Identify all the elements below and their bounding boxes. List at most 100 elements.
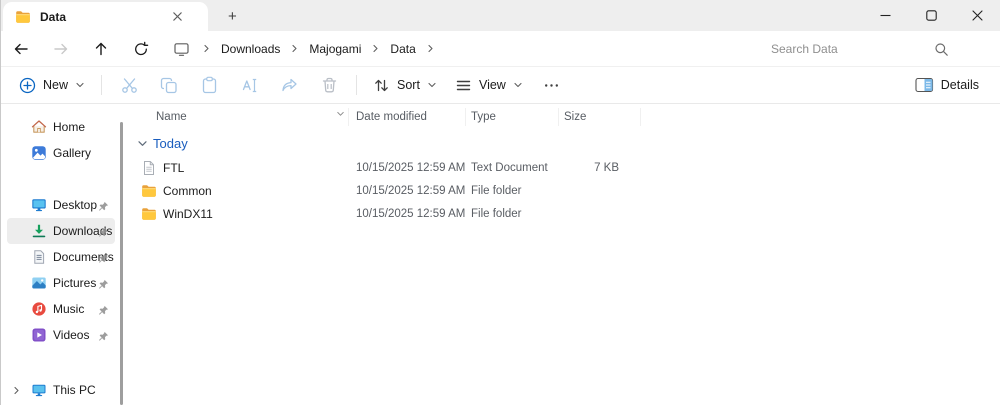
this-pc-icon [31, 382, 47, 398]
rename-button[interactable] [229, 69, 269, 101]
search-icon[interactable] [934, 42, 949, 57]
more-options-button[interactable] [532, 69, 572, 101]
rename-icon [240, 76, 259, 95]
minimize-button[interactable] [862, 0, 908, 31]
tab-title: Data [40, 10, 166, 24]
cut-icon [120, 76, 139, 95]
location-monitor-icon[interactable] [161, 33, 201, 65]
file-date-modified: 10/15/2025 12:59 AM [349, 208, 466, 220]
sidebar-item-home[interactable]: Home [7, 114, 115, 140]
toolbar-separator [356, 75, 357, 95]
refresh-button[interactable] [121, 33, 161, 65]
sidebar-item-label: Videos [53, 328, 89, 342]
tab-close-icon[interactable] [166, 6, 188, 28]
view-button-label: View [479, 78, 506, 92]
sidebar-item-desktop[interactable]: Desktop [7, 192, 115, 218]
forward-button[interactable] [41, 33, 81, 65]
up-button[interactable] [81, 33, 121, 65]
delete-icon [320, 76, 339, 95]
edit-actions-group [109, 69, 349, 101]
sidebar-item-label: Gallery [53, 146, 91, 160]
sidebar-gap [1, 166, 120, 192]
group-label: Today [153, 136, 188, 151]
tab-bar: Data + [1, 0, 1000, 31]
column-header-size[interactable]: Size [559, 108, 641, 126]
close-button[interactable] [954, 0, 1000, 31]
share-button[interactable] [269, 69, 309, 101]
breadcrumb-item[interactable]: Majogami [300, 38, 370, 60]
sidebar-item-this-pc[interactable]: This PC [1, 377, 1000, 403]
command-bar: New Sort View Details [1, 67, 1000, 104]
group-header-today[interactable]: Today [134, 130, 1000, 156]
pictures-icon [31, 275, 47, 291]
new-button[interactable]: New [10, 71, 94, 100]
desktop-icon [31, 197, 47, 213]
file-name: WinDX11 [163, 207, 213, 221]
breadcrumb-chevron-icon [425, 44, 436, 53]
address-bar: Downloads Majogami Data [1, 31, 1000, 67]
pin-icon [98, 225, 109, 236]
chevron-down-icon [75, 80, 85, 90]
pin-icon [98, 277, 109, 288]
details-button-label: Details [941, 78, 979, 92]
navigation-pane: Home Gallery DesktopDownloadsDocumentsPict… [1, 104, 120, 405]
file-row-ftl[interactable]: FTL10/15/2025 12:59 AMText Document7 KB [134, 156, 1000, 179]
file-name: Common [163, 184, 212, 198]
chevron-down-icon [513, 80, 523, 90]
documents-icon [31, 249, 47, 265]
chevron-down-icon[interactable] [137, 138, 148, 149]
paste-button[interactable] [189, 69, 229, 101]
sidebar-item-downloads[interactable]: Downloads [7, 218, 115, 244]
column-header-type[interactable]: Type [466, 108, 559, 126]
pin-icon [98, 303, 109, 314]
file-row-windx11[interactable]: WinDX11 10/15/2025 12:59 AMFile folder [134, 202, 1000, 225]
sort-arrows-icon [373, 77, 390, 94]
folder-icon [141, 183, 157, 199]
tab-data[interactable]: Data [3, 2, 208, 31]
search-input[interactable] [756, 42, 934, 56]
sort-button[interactable]: Sort [364, 71, 446, 100]
file-list: NameDate modifiedTypeSize Today FTL10/15… [134, 104, 1000, 225]
details-pane-button[interactable]: Details [906, 71, 988, 99]
breadcrumb: Downloads Majogami Data [201, 38, 436, 60]
sidebar-scrollbar[interactable] [120, 122, 123, 405]
toolbar-separator [101, 75, 102, 95]
breadcrumb-item[interactable]: Data [381, 38, 424, 60]
breadcrumb-item[interactable]: Downloads [212, 38, 289, 60]
sidebar-item-videos[interactable]: Videos [7, 322, 115, 348]
window-controls [862, 0, 1000, 31]
back-button[interactable] [1, 33, 41, 65]
delete-button[interactable] [309, 69, 349, 101]
sort-button-label: Sort [397, 78, 420, 92]
textfile-icon [141, 160, 157, 176]
file-name: FTL [163, 161, 184, 175]
file-rows: FTL10/15/2025 12:59 AMText Document7 KB C… [134, 156, 1000, 225]
pin-icon [98, 251, 109, 262]
folder-icon [15, 9, 31, 25]
home-icon [31, 119, 47, 135]
sidebar-item-music[interactable]: Music [7, 296, 115, 322]
copy-button[interactable] [149, 69, 189, 101]
chevron-right-icon[interactable] [9, 386, 23, 395]
cut-button[interactable] [109, 69, 149, 101]
sidebar-item-pictures[interactable]: Pictures [7, 270, 115, 296]
maximize-button[interactable] [908, 0, 954, 31]
downloads-icon [31, 223, 47, 239]
sidebar-item-documents[interactable]: Documents [7, 244, 115, 270]
breadcrumb-chevron-icon [289, 44, 300, 53]
pin-icon [98, 329, 109, 340]
column-header-name[interactable]: Name [134, 108, 349, 126]
column-header-row: NameDate modifiedTypeSize [134, 104, 1000, 130]
sidebar-item-gallery[interactable]: Gallery [7, 140, 115, 166]
breadcrumb-chevron-icon [370, 44, 381, 53]
sidebar-item-label: Home [53, 120, 85, 134]
file-type: File folder [466, 208, 559, 220]
videos-icon [31, 327, 47, 343]
music-icon [31, 301, 47, 317]
file-row-common[interactable]: Common10/15/2025 12:59 AMFile folder [134, 179, 1000, 202]
view-button[interactable]: View [446, 71, 532, 100]
file-date-modified: 10/15/2025 12:59 AM [349, 185, 466, 197]
column-header-date-modified[interactable]: Date modified [349, 108, 466, 126]
new-tab-button[interactable]: + [220, 2, 245, 31]
sort-direction-icon [336, 104, 345, 122]
